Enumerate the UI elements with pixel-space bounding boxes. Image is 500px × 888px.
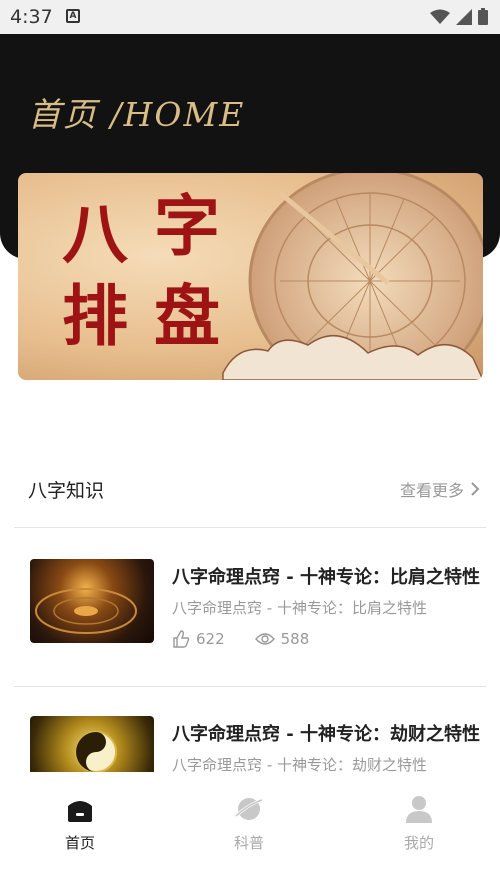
bottom-nav: 首页 科普 我的	[0, 772, 500, 888]
divider	[14, 686, 486, 687]
nav-science[interactable]: 科普	[199, 794, 299, 853]
battery-icon	[478, 8, 488, 25]
nav-science-label: 科普	[233, 834, 264, 852]
thumbs-up-icon	[173, 630, 190, 648]
article-thumbnail	[30, 559, 154, 643]
nav-profile[interactable]: 我的	[369, 794, 469, 853]
article-summary: 八字命理点窍 - 十神专论：劫财之特性	[172, 756, 427, 772]
status-bar: 4:37 A	[0, 0, 500, 34]
article-item[interactable]: 八字命理点窍 - 十神专论：比肩之特性 八字命理点窍 - 十神专论：比肩之特性 …	[0, 559, 500, 679]
article-thumbnail	[30, 716, 154, 772]
profile-icon	[406, 796, 432, 823]
view-more-link[interactable]: 查看更多	[400, 477, 480, 501]
view-more-label: 查看更多	[399, 481, 464, 500]
sundial-illustration	[222, 173, 483, 380]
divider	[14, 527, 486, 528]
section-title: 八字知识	[28, 480, 105, 502]
bazi-banner[interactable]: 八 字 排 盘	[18, 173, 483, 380]
article-stats: 622 588	[172, 630, 339, 648]
home-icon	[68, 801, 92, 822]
nav-profile-label: 我的	[403, 834, 434, 852]
section-header: 八字知识 查看更多	[0, 470, 500, 506]
article-item[interactable]: 八字命理点窍 - 十神专论：劫财之特性 八字命理点窍 - 十神专论：劫财之特性	[0, 716, 500, 772]
like-count-value: 622	[196, 630, 225, 648]
status-time: 4:37	[10, 6, 53, 28]
view-count: 588	[254, 630, 310, 648]
like-count[interactable]: 622	[172, 630, 225, 648]
eye-icon	[254, 633, 275, 645]
app-notification-icon: A	[66, 9, 80, 23]
article-title: 八字命理点窍 - 十神专论：劫财之特性	[172, 724, 481, 745]
chevron-right-icon	[471, 482, 480, 496]
signal-icon	[456, 8, 472, 25]
system-icons	[430, 8, 488, 25]
page-title: 首页 /HOME	[28, 95, 246, 134]
science-icon	[234, 798, 263, 820]
view-count-value: 588	[280, 630, 310, 648]
nav-home-label: 首页	[64, 834, 95, 852]
article-summary: 八字命理点窍 - 十神专论：比肩之特性	[172, 599, 427, 617]
wifi-icon	[430, 9, 450, 24]
article-title: 八字命理点窍 - 十神专论：比肩之特性	[172, 567, 481, 588]
nav-home[interactable]: 首页	[30, 794, 130, 853]
